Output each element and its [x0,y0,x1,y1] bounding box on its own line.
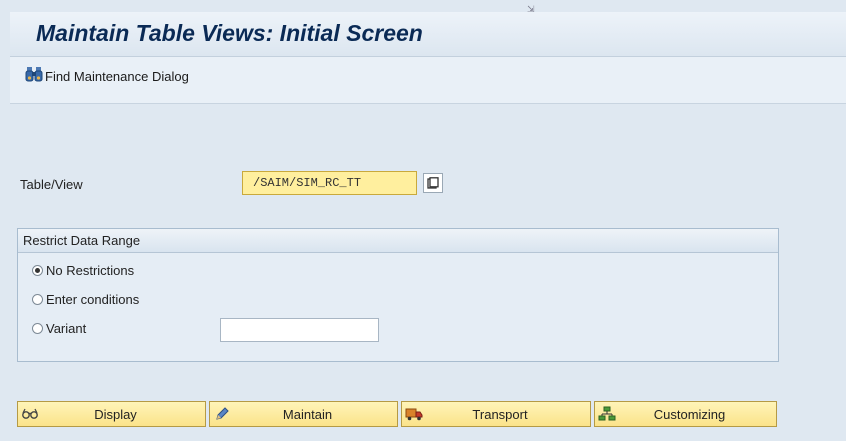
transport-button-label: Transport [472,406,528,422]
value-help-button[interactable] [423,173,443,193]
radio-no-restrictions-label: No Restrictions [46,263,135,278]
truck-icon [402,407,426,421]
maintain-button-label: Maintain [282,406,333,422]
table-view-input[interactable]: /SAIM/SIM_RC_TT [242,171,417,195]
table-view-label: Table/View [20,177,83,192]
radio-variant-label: Variant [46,321,87,336]
radio-enter-conditions[interactable]: Enter conditions [32,292,139,307]
mouse-pointer-icon: ⇲ [527,4,535,14]
display-button-label: Display [94,406,137,422]
maintain-button[interactable]: Maintain [209,401,398,427]
variant-input[interactable] [220,318,379,342]
binoculars-icon [25,66,43,86]
find-maintenance-dialog-label: Find Maintenance Dialog [45,68,189,84]
page-title: Maintain Table Views: Initial Screen [36,20,423,46]
find-maintenance-dialog-button[interactable]: Find Maintenance Dialog [25,66,189,86]
radio-variant[interactable]: Variant [32,321,86,336]
radio-unselected-icon [32,323,43,334]
glasses-icon [18,407,42,421]
main-content: Table/View /SAIM/SIM_RC_TT Restrict Data… [10,104,846,441]
display-button[interactable]: Display [17,401,206,427]
restrict-data-range-header: Restrict Data Range [18,229,778,253]
radio-unselected-icon [32,294,43,305]
restrict-data-range-group: Restrict Data Range No Restrictions Ente… [17,228,779,362]
application-toolbar: Find Maintenance Dialog [10,57,846,104]
value-help-icon [427,177,439,189]
customizing-button-label: Customizing [653,406,726,422]
radio-enter-conditions-label: Enter conditions [46,292,140,307]
transport-button[interactable]: Transport [401,401,591,427]
customizing-button[interactable]: Customizing [594,401,777,427]
radio-selected-icon [32,265,43,276]
radio-no-restrictions[interactable]: No Restrictions [32,263,134,278]
title-bar: Maintain Table Views: Initial Screen [10,12,846,57]
pencil-icon [210,406,234,422]
hierarchy-icon [595,406,619,422]
